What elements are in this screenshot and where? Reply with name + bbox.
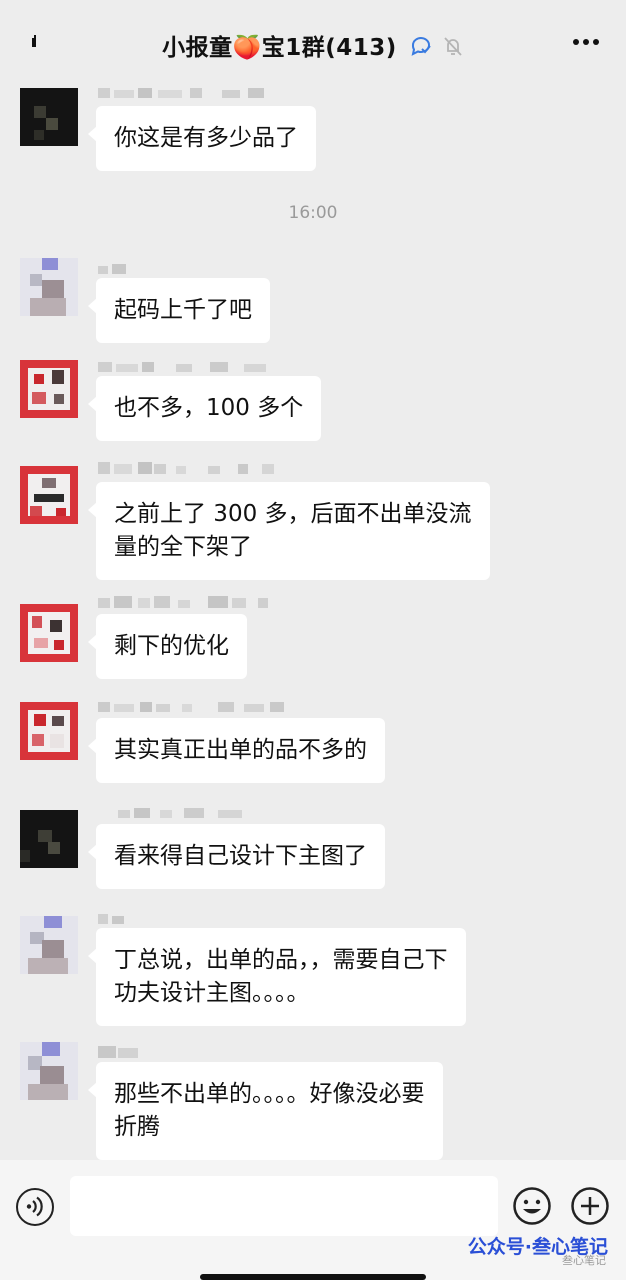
sender-name-blurred: [98, 264, 126, 274]
bubble-icon: [411, 36, 432, 56]
plus-icon[interactable]: [570, 1186, 610, 1226]
time-divider: 16:00: [288, 203, 338, 223]
message-bubble[interactable]: 之前上了 300 多，后面不出单没流 量的全下架了: [88, 482, 490, 580]
message-bubble[interactable]: 那些不出单的。。。。好像没必要 折腾: [88, 1062, 443, 1160]
voice-button[interactable]: [16, 1188, 54, 1226]
message-bubble[interactable]: 也不多，100 多个: [87, 376, 322, 441]
avatar[interactable]: [20, 258, 78, 316]
avatar[interactable]: [20, 810, 78, 868]
avatar[interactable]: [20, 1042, 78, 1100]
message-bubble[interactable]: 你这是有多少品了: [88, 106, 316, 171]
sender-name-blurred: [98, 1046, 138, 1058]
message-bubble[interactable]: 剩下的优化: [88, 614, 247, 679]
avatar[interactable]: [20, 702, 78, 760]
sender-name-blurred: [118, 808, 242, 818]
sender-name-blurred: [98, 702, 284, 712]
more-dots-icon[interactable]: [572, 38, 600, 46]
mute-bell-icon: [444, 36, 462, 56]
avatar[interactable]: [20, 360, 78, 418]
title-status-icons: [409, 35, 464, 63]
message-bubble[interactable]: 其实真正出单的品不多的: [88, 718, 385, 783]
avatar[interactable]: [20, 916, 78, 974]
sender-name-blurred: [98, 462, 274, 474]
message-bubble[interactable]: 起码上千了吧: [88, 278, 270, 343]
watermark-small: 叁心笔记: [562, 1254, 606, 1267]
avatar[interactable]: [20, 88, 78, 146]
avatar[interactable]: [20, 604, 78, 662]
chat-header: 小报童🍑宝1群(413): [0, 0, 626, 84]
chat-title: 小报童🍑宝1群(413): [162, 35, 397, 61]
sender-name-blurred: [98, 362, 266, 372]
sender-name-blurred: [98, 914, 124, 924]
home-indicator: [200, 1274, 426, 1280]
voice-icon: [26, 1196, 43, 1217]
message-input[interactable]: [70, 1176, 498, 1236]
avatar[interactable]: [20, 466, 78, 524]
sender-name-blurred: [98, 88, 264, 98]
chat-title-row: 小报童🍑宝1群(413): [0, 28, 626, 63]
emoji-icon[interactable]: [512, 1186, 552, 1226]
message-bubble[interactable]: 丁总说，出单的品，，需要自己下 功夫设计主图。。。。: [88, 928, 466, 1026]
message-bubble[interactable]: 看来得自己设计下主图了: [88, 824, 385, 889]
sender-name-blurred: [98, 596, 268, 608]
